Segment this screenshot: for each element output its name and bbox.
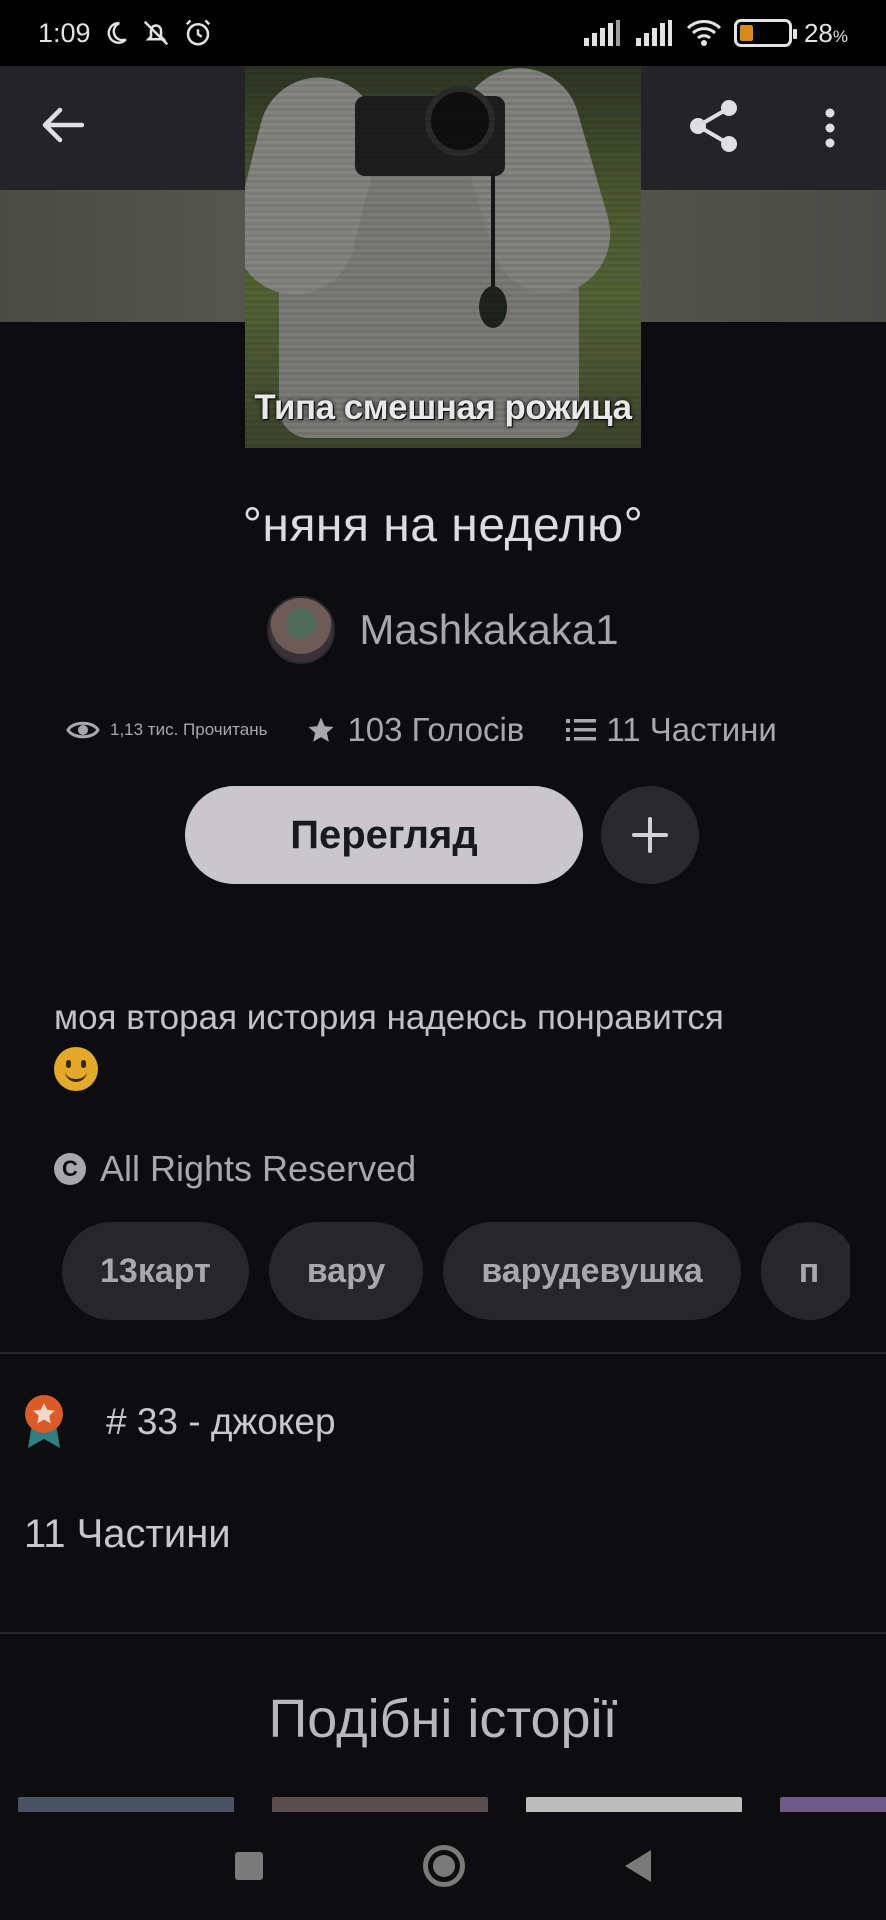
similar-story-thumbnail[interactable] [18,1797,234,1813]
similar-story-thumbnail[interactable] [526,1797,742,1813]
status-bar: 1:09 28% [0,0,886,66]
alarm-icon [185,19,210,46]
system-navigation-bar [0,1812,886,1920]
award-badge-icon [25,1395,63,1448]
story-title: °няня на неделю° [242,499,644,552]
add-to-library-button[interactable] [601,786,699,884]
divider [0,1352,886,1354]
plus-icon [632,817,668,853]
status-time: 1:09 [38,17,91,48]
tag-chip[interactable]: 13карт [62,1222,249,1320]
similar-story-thumbnail[interactable] [780,1797,886,1813]
signal-icon [583,20,620,46]
signal-icon-2 [635,20,672,46]
cover-caption: Типа смешная рожица [254,388,632,427]
author-name[interactable]: Mashkakaka1 [359,606,618,654]
read-button[interactable]: Перегляд [185,786,583,884]
author-row[interactable]: Mashkakaka1 [0,596,886,664]
wifi-icon [686,20,721,46]
license-row: C All Rights Reserved [54,1148,416,1190]
author-avatar[interactable] [267,596,336,664]
arrow-left-icon [42,107,84,143]
copyright-icon: C [54,1153,86,1185]
similar-stories-row[interactable] [18,1797,886,1813]
reads-count: 1,13 тис. Прочитань [110,720,268,739]
reads-stat: 1,13 тис. Прочитань [66,718,267,742]
more-options-button[interactable] [815,100,845,156]
similar-story-thumbnail[interactable] [272,1797,488,1813]
story-cover[interactable]: Типа смешная рожица [245,66,641,448]
star-icon [308,717,334,742]
divider [0,1632,886,1634]
share-button[interactable] [684,96,744,156]
smile-emoji-icon [54,1047,98,1091]
battery-percent: 28% [803,17,848,48]
back-triangle-icon[interactable] [625,1850,651,1882]
share-icon [690,100,737,152]
tag-chip[interactable]: вару [268,1222,424,1320]
ranking-row[interactable]: # 33 - джокер [22,1394,336,1450]
moon-icon [107,22,127,44]
tag-chip[interactable]: п [760,1222,850,1320]
more-vertical-icon [825,108,835,148]
description-text: моя вторая история надеюсь понравится [54,998,724,1037]
battery-icon [733,19,797,47]
similar-stories-title: Подібні історії [268,1689,618,1749]
recents-icon[interactable] [235,1852,263,1880]
license-text: All Rights Reserved [100,1148,417,1189]
status-right: 28% [582,18,848,49]
eye-icon [66,721,100,739]
votes-stat: 103 Голосів [305,711,524,749]
parts-heading[interactable]: 11 Частини [24,1512,231,1557]
parts-count-stat: 11 Частини [606,711,777,748]
tags-row[interactable]: 13карт вару варудевушка п [62,1222,850,1320]
ranking-text[interactable]: # 33 - джокер [106,1401,336,1443]
home-icon[interactable] [423,1845,465,1887]
back-button[interactable] [38,100,88,150]
tag-chip[interactable]: варудевушка [443,1222,741,1320]
list-icon [566,719,597,741]
votes-count: 103 Голосів [347,711,525,748]
story-description: моя вторая история надеюсь понравится [54,990,844,1102]
status-left: 1:09 [38,18,213,49]
story-stats: 1,13 тис. Прочитань 103 Голосів 11 Части… [66,705,826,755]
notifications-off-icon [143,20,168,46]
parts-stat: 11 Частини [566,711,777,749]
